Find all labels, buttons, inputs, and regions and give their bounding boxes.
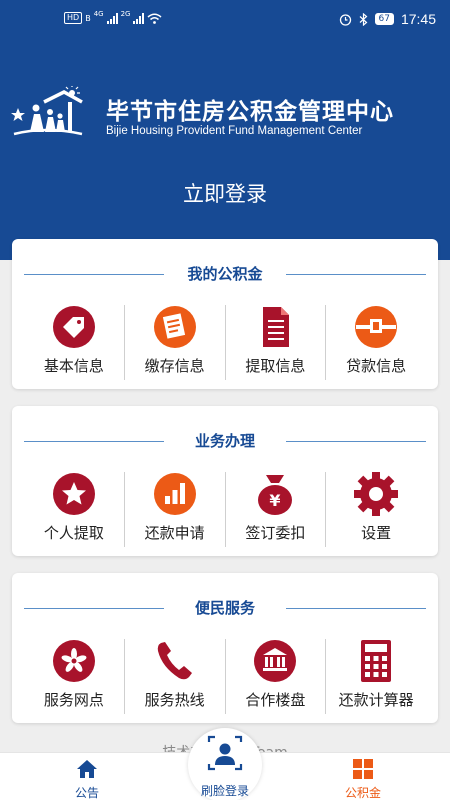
menu-item-label: 签订委扣 [245,524,306,542]
section-my-fund: 我的公积金 基本信息 缴存信息 提取信息 贷款信息 [12,239,438,389]
home-icon [77,760,97,778]
battery-indicator: 67 [374,13,394,25]
gear-icon [354,472,399,516]
menu-item-repay-calculator[interactable]: 还款计算器 [325,639,426,714]
divider-line [286,441,426,442]
menu-item-label: 基本信息 [43,357,104,375]
menu-item-repay-apply[interactable]: 还款申请 [123,472,225,547]
login-now-link[interactable]: 立即登录 [0,178,450,208]
loan-icon [355,306,398,348]
signal-icon [106,12,118,24]
menu-item-label: 个人提取 [43,524,104,542]
phone-icon [157,642,192,680]
divider-line [286,608,426,609]
money-bag-icon: ¥ [258,475,293,515]
status-time: 17:45 [400,11,436,27]
menu-item-basic-info[interactable]: 基本信息 [24,305,124,380]
section-business: 业务办理 个人提取 还款申请 ¥ 签订委扣 设置 [12,406,438,556]
nav-label: 公告 [74,786,99,800]
menu-item-deposit-info[interactable]: 缴存信息 [123,305,225,380]
menu-item-partner-properties[interactable]: 合作楼盘 [224,639,326,714]
nav-provident-fund[interactable]: 公积金 [308,759,418,800]
center-title-cn: 毕节市住房公积金管理中心 [106,99,394,125]
section-header: 便民服务 [12,595,438,621]
wifi-icon [147,13,162,24]
hd-badge: HD [64,12,83,24]
menu-item-settings[interactable]: 设置 [325,472,426,547]
logo-icon [11,86,83,136]
file-icon [263,307,290,347]
face-scan-icon [207,735,243,771]
grid-icon [353,759,373,779]
section-convenience: 便民服务 服务网点 服务热线 合作楼盘 还款计算器 [12,573,438,723]
signal-icon-2 [133,12,145,24]
alarm-icon [339,13,351,26]
building-icon [254,640,297,682]
bar-chart-icon [153,473,196,515]
section-header: 我的公积金 [12,261,438,287]
document-list-icon [153,306,196,348]
star-icon [52,473,95,515]
nav-label: 公积金 [344,786,381,800]
app-header: HD B 4G 2G 67 17:45 毕节市住房公积金管理中心 Bijie H… [0,0,450,260]
menu-item-label: 还款申请 [144,524,205,542]
hd-badge-suffix: B [85,13,91,23]
menu-item-sign-debit[interactable]: ¥ 签订委扣 [224,472,326,547]
tag-icon [52,306,95,348]
menu-item-label: 服务热线 [144,691,205,709]
svg-text:¥: ¥ [270,491,281,510]
menu-item-label: 提取信息 [245,357,306,375]
bluetooth-icon [359,12,367,26]
menu-item-label: 缴存信息 [144,357,205,375]
network-type-1: 4G [93,10,104,18]
menu-item-service-outlets[interactable]: 服务网点 [24,639,124,714]
nav-announcements[interactable]: 公告 [32,759,142,800]
menu-item-personal-withdraw[interactable]: 个人提取 [24,472,124,547]
section-header: 业务办理 [12,428,438,454]
divider-line [286,274,426,275]
flower-icon [52,640,95,682]
network-type-2: 2G [120,10,131,18]
menu-item-label: 还款计算器 [338,691,414,709]
calculator-icon [361,640,392,682]
center-title-en: Bijie Housing Provident Fund Management … [106,125,363,137]
menu-item-label: 贷款信息 [346,357,407,375]
menu-item-label: 服务网点 [43,691,104,709]
menu-item-label: 合作楼盘 [245,691,306,709]
menu-item-withdraw-info[interactable]: 提取信息 [224,305,326,380]
face-login-label: 刷脸登录 [200,784,249,798]
menu-item-loan-info[interactable]: 贷款信息 [325,305,426,380]
menu-item-service-hotline[interactable]: 服务热线 [123,639,225,714]
menu-item-label: 设置 [361,524,392,542]
status-bar: HD B 4G 2G 67 17:45 [0,0,450,40]
